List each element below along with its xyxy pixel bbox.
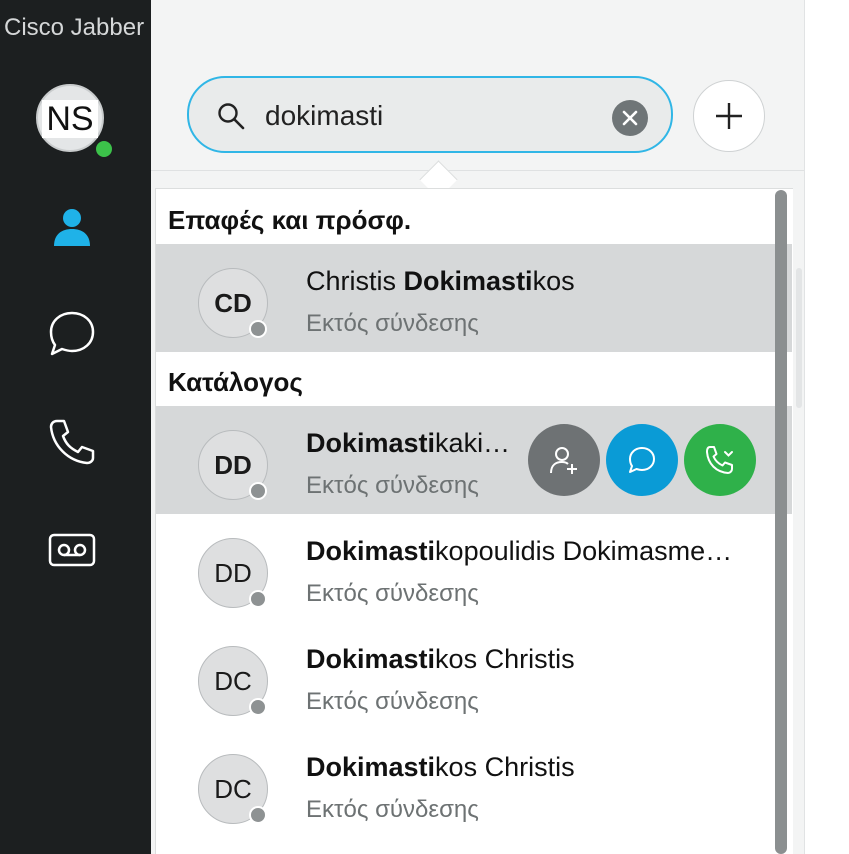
call-icon [706,446,733,474]
online-presence-dot [94,139,114,159]
directory-result-row[interactable]: DD Dokimastikopoulidis Dokimasme… Εκτός … [156,514,792,622]
nav-calls[interactable] [46,416,98,468]
avatar: CD [198,268,268,338]
clear-search-button[interactable] [612,100,648,136]
name-match: Dokimasti [403,266,533,296]
name-suffix: kos Christis [435,752,575,782]
avatar: DC [198,754,268,824]
contact-status: Εκτός σύνδεσης [306,796,479,823]
directory-result-row[interactable]: DC Dokimastikos Christis Εκτός σύνδεσης [156,622,792,730]
contacts-icon [54,209,90,246]
panel-scrollbar[interactable] [796,268,802,408]
add-contact-icon [550,447,577,474]
search-results-dropdown: Επαφές και πρόσφ. CD Christis Dokimastik… [155,188,793,854]
search-input[interactable] [263,95,597,137]
nav-voicemail[interactable] [46,524,98,576]
name-suffix: kos [532,266,575,296]
name-suffix: kos Christis [435,644,575,674]
offline-presence-dot [249,320,267,338]
contact-status: Εκτός σύνδεσης [306,472,479,499]
search-box[interactable] [187,76,673,153]
contact-name: Dokimastikaki… [306,428,510,459]
add-button[interactable] [693,80,765,152]
app-title: Cisco Jabber [4,14,145,41]
close-icon [622,110,638,126]
divider [151,170,804,171]
contact-name: Dokimastikos Christis [306,644,575,675]
offline-presence-dot [249,482,267,500]
chat-button[interactable] [606,424,678,496]
name-match: Dokimasti [306,536,436,566]
my-initials: NS [42,100,98,138]
section-header-directory: Κατάλογος [168,367,303,397]
contact-status: Εκτός σύνδεσης [306,580,479,607]
contact-name: Christis Dokimastikos [306,266,575,297]
name-suffix: kopoulidis Dokimasme… [435,536,733,566]
directory-result-row[interactable]: DD Dokimastikaki… Εκτός σύνδεσης [156,406,792,514]
name-match: Dokimasti [306,428,436,458]
offline-presence-dot [249,806,267,824]
results-scrollbar[interactable] [775,190,787,854]
name-prefix: Christis [306,266,404,296]
avatar: DD [198,430,268,500]
contact-name: Dokimastikos Christis [306,752,575,783]
right-pane [804,0,849,854]
nav-chats[interactable] [46,308,98,360]
nav-rail: Cisco Jabber NS [0,0,151,854]
chat-icon [49,311,95,356]
directory-result-row[interactable]: DC Dokimastikos Christis Εκτός σύνδεσης [156,730,792,838]
avatar: DD [198,538,268,608]
voicemail-icon [48,533,96,567]
name-suffix: kaki… [435,428,511,458]
nav-contacts[interactable] [46,200,98,252]
call-button[interactable] [684,424,756,496]
add-contact-button[interactable] [528,424,600,496]
plus-icon [716,103,742,129]
section-header-contacts: Επαφές και πρόσφ. [168,205,412,235]
contact-name: Dokimastikopoulidis Dokimasme… [306,536,732,567]
contact-result-row[interactable]: CD Christis Dokimastikos Εκτός σύνδεσης [156,244,792,352]
contact-status: Εκτός σύνδεσης [306,688,479,715]
phone-icon [49,419,95,465]
offline-presence-dot [249,698,267,716]
chat-icon [629,447,655,473]
avatar: DC [198,646,268,716]
offline-presence-dot [249,590,267,608]
contact-status: Εκτός σύνδεσης [306,310,479,337]
name-match: Dokimasti [306,752,436,782]
search-icon [218,103,245,130]
name-match: Dokimasti [306,644,436,674]
my-avatar[interactable]: NS [36,84,114,159]
